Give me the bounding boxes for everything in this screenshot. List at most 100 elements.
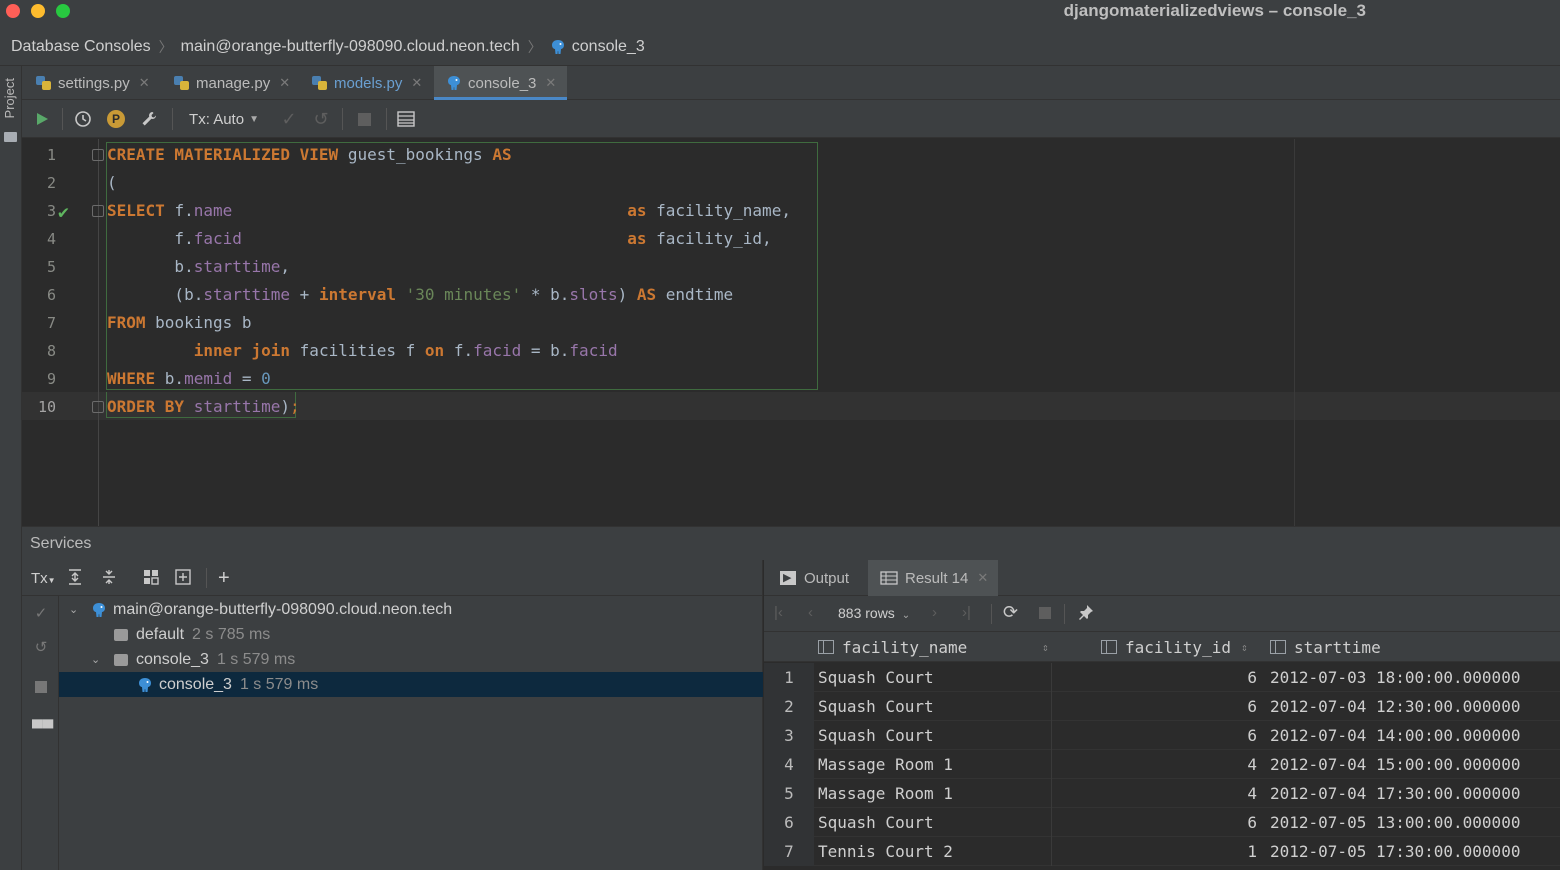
- table-row[interactable]: 5 Massage Room 1 4 2012-07-04 17:30:00.0…: [764, 779, 1560, 808]
- cell-facility-id[interactable]: 6: [1051, 808, 1261, 837]
- table-row[interactable]: 2 Squash Court 6 2012-07-04 12:30:00.000…: [764, 692, 1560, 721]
- cell-facility-id[interactable]: 1: [1051, 837, 1261, 866]
- cell-facility-id[interactable]: 6: [1051, 721, 1261, 750]
- prev-page-button[interactable]: ‹: [808, 604, 813, 621]
- stop-button[interactable]: [354, 108, 374, 130]
- table-row[interactable]: 4 Massage Room 1 4 2012-07-04 15:00:00.0…: [764, 750, 1560, 779]
- tree-item-console-session[interactable]: ⌄ console_3 1 s 579 ms: [59, 647, 763, 672]
- commit-icon[interactable]: ✓: [32, 604, 50, 622]
- sql-editor[interactable]: 1 CREATE MATERIALIZED VIEW guest_booking…: [22, 139, 1560, 526]
- next-page-button[interactable]: ›: [932, 604, 937, 621]
- collapse-all-button[interactable]: [100, 568, 118, 590]
- tx-mode-dropdown[interactable]: Tx: Auto ▼: [184, 108, 264, 130]
- cell-starttime[interactable]: 2012-07-04 12:30:00.000000: [1270, 692, 1520, 721]
- fold-marker-icon[interactable]: [92, 149, 104, 161]
- results-pane: ▶ Output Result 14 ✕ |‹ ‹ 883 rows ⌄ › ›…: [764, 560, 1560, 870]
- breadcrumb-connection[interactable]: main@orange-butterfly-098090.cloud.neon.…: [181, 38, 520, 56]
- cell-starttime[interactable]: 2012-07-03 18:00:00.000000: [1270, 663, 1520, 692]
- refresh-button[interactable]: ⟳: [1003, 602, 1018, 623]
- rows-dropdown[interactable]: 883 rows ⌄: [838, 605, 910, 621]
- tab-models-py[interactable]: models.py ✕: [312, 66, 422, 100]
- tx-button[interactable]: Tx▼: [31, 570, 56, 587]
- tree-item-console[interactable]: console_3 1 s 579 ms: [59, 672, 763, 697]
- project-tool-window-button[interactable]: Project: [2, 78, 17, 118]
- code-text: f.facid as facility_id,: [107, 229, 772, 248]
- chevron-down-icon: ▼: [249, 113, 259, 125]
- cell-starttime[interactable]: 2012-07-05 17:30:00.000000: [1270, 837, 1520, 866]
- group-by-button[interactable]: [142, 568, 160, 590]
- filter-button[interactable]: [174, 568, 194, 590]
- close-icon[interactable]: ✕: [545, 75, 556, 91]
- column-icon: [1101, 640, 1117, 654]
- tab-manage-py[interactable]: manage.py ✕: [174, 66, 290, 100]
- stop-icon[interactable]: [1039, 607, 1051, 619]
- cell-facility-name[interactable]: Tennis Court 2: [818, 837, 953, 866]
- postgres-elephant-icon: [91, 602, 107, 618]
- breadcrumb-database-consoles[interactable]: Database Consoles: [11, 38, 151, 56]
- tree-item-time: 1 s 579 ms: [216, 650, 296, 668]
- column-header-facility-id[interactable]: facility_id ⇕: [1101, 632, 1261, 662]
- close-window-button[interactable]: [6, 4, 20, 18]
- zoom-window-button[interactable]: [56, 4, 70, 18]
- sort-icon[interactable]: ⇕: [1042, 641, 1049, 654]
- expand-all-button[interactable]: [66, 568, 84, 590]
- p-badge-button[interactable]: P: [106, 108, 126, 130]
- cell-facility-id[interactable]: 6: [1051, 663, 1261, 692]
- table-row[interactable]: 6 Squash Court 6 2012-07-05 13:00:00.000…: [764, 808, 1560, 837]
- chevron-down-icon[interactable]: ⌄: [91, 653, 100, 666]
- cell-starttime[interactable]: 2012-07-04 14:00:00.000000: [1270, 721, 1520, 750]
- tab-label: settings.py: [58, 74, 130, 92]
- title-bar: djangomaterializedviews – console_3: [0, 0, 1560, 28]
- cell-facility-name[interactable]: Massage Room 1: [818, 779, 953, 808]
- table-view-button[interactable]: [396, 108, 416, 130]
- cell-starttime[interactable]: 2012-07-05 13:00:00.000000: [1270, 808, 1520, 837]
- layout-icon[interactable]: ▀▀: [32, 720, 53, 738]
- cell-starttime[interactable]: 2012-07-04 17:30:00.000000: [1270, 779, 1520, 808]
- tab-output[interactable]: ▶ Output: [780, 560, 849, 596]
- close-icon[interactable]: ✕: [411, 75, 422, 91]
- close-icon[interactable]: ✕: [977, 570, 988, 586]
- tree-item-connection[interactable]: ⌄ main@orange-butterfly-098090.cloud.neo…: [59, 597, 763, 622]
- chevron-down-icon[interactable]: ⌄: [69, 603, 78, 616]
- cell-facility-name[interactable]: Squash Court: [818, 692, 934, 721]
- column-header-starttime[interactable]: starttime: [1270, 632, 1381, 662]
- postgres-elephant-icon: [446, 75, 462, 91]
- rollback-button[interactable]: ↺: [311, 108, 331, 130]
- first-page-button[interactable]: |‹: [774, 604, 783, 621]
- history-button[interactable]: [73, 108, 93, 130]
- tab-result[interactable]: Result 14 ✕: [868, 560, 999, 596]
- column-header-facility-name[interactable]: facility_name ⇕: [818, 632, 1049, 662]
- close-icon[interactable]: ✕: [139, 75, 150, 91]
- table-row[interactable]: 7 Tennis Court 2 1 2012-07-05 17:30:00.0…: [764, 837, 1560, 866]
- run-button[interactable]: [32, 108, 52, 130]
- commit-button[interactable]: ✓: [279, 108, 299, 130]
- cell-facility-name[interactable]: Squash Court: [818, 808, 934, 837]
- table-row[interactable]: 1 Squash Court 6 2012-07-03 18:00:00.000…: [764, 663, 1560, 692]
- pin-tab-button[interactable]: [1077, 603, 1095, 625]
- close-icon[interactable]: ✕: [279, 75, 290, 91]
- sort-icon[interactable]: ⇕: [1241, 641, 1248, 654]
- tree-item-default-session[interactable]: default 2 s 785 ms: [59, 622, 763, 647]
- minimize-window-button[interactable]: [31, 4, 45, 18]
- cell-starttime[interactable]: 2012-07-04 15:00:00.000000: [1270, 750, 1520, 779]
- rollback-icon[interactable]: ↺: [32, 638, 50, 656]
- services-panel-title: Services: [22, 526, 1560, 560]
- tab-console-3[interactable]: console_3 ✕: [434, 66, 567, 100]
- breadcrumb-console[interactable]: console_3: [572, 38, 645, 56]
- cell-facility-id[interactable]: 4: [1051, 779, 1261, 808]
- table-row[interactable]: 3 Squash Court 6 2012-07-04 14:00:00.000…: [764, 721, 1560, 750]
- collapse-all-icon: [103, 570, 115, 584]
- settings-button[interactable]: [139, 108, 159, 130]
- last-page-button[interactable]: ›|: [962, 604, 971, 621]
- fold-marker-icon[interactable]: [92, 401, 104, 413]
- stop-icon[interactable]: [32, 680, 50, 698]
- tab-settings-py[interactable]: settings.py ✕: [36, 66, 150, 100]
- cell-facility-id[interactable]: 4: [1051, 750, 1261, 779]
- cell-facility-name[interactable]: Squash Court: [818, 721, 934, 750]
- add-service-button[interactable]: +: [218, 567, 230, 590]
- fold-marker-icon[interactable]: [92, 205, 104, 217]
- cell-facility-name[interactable]: Massage Room 1: [818, 750, 953, 779]
- cell-facility-name[interactable]: Squash Court: [818, 663, 934, 692]
- cell-facility-id[interactable]: 6: [1051, 692, 1261, 721]
- line-number: 1: [46, 146, 56, 164]
